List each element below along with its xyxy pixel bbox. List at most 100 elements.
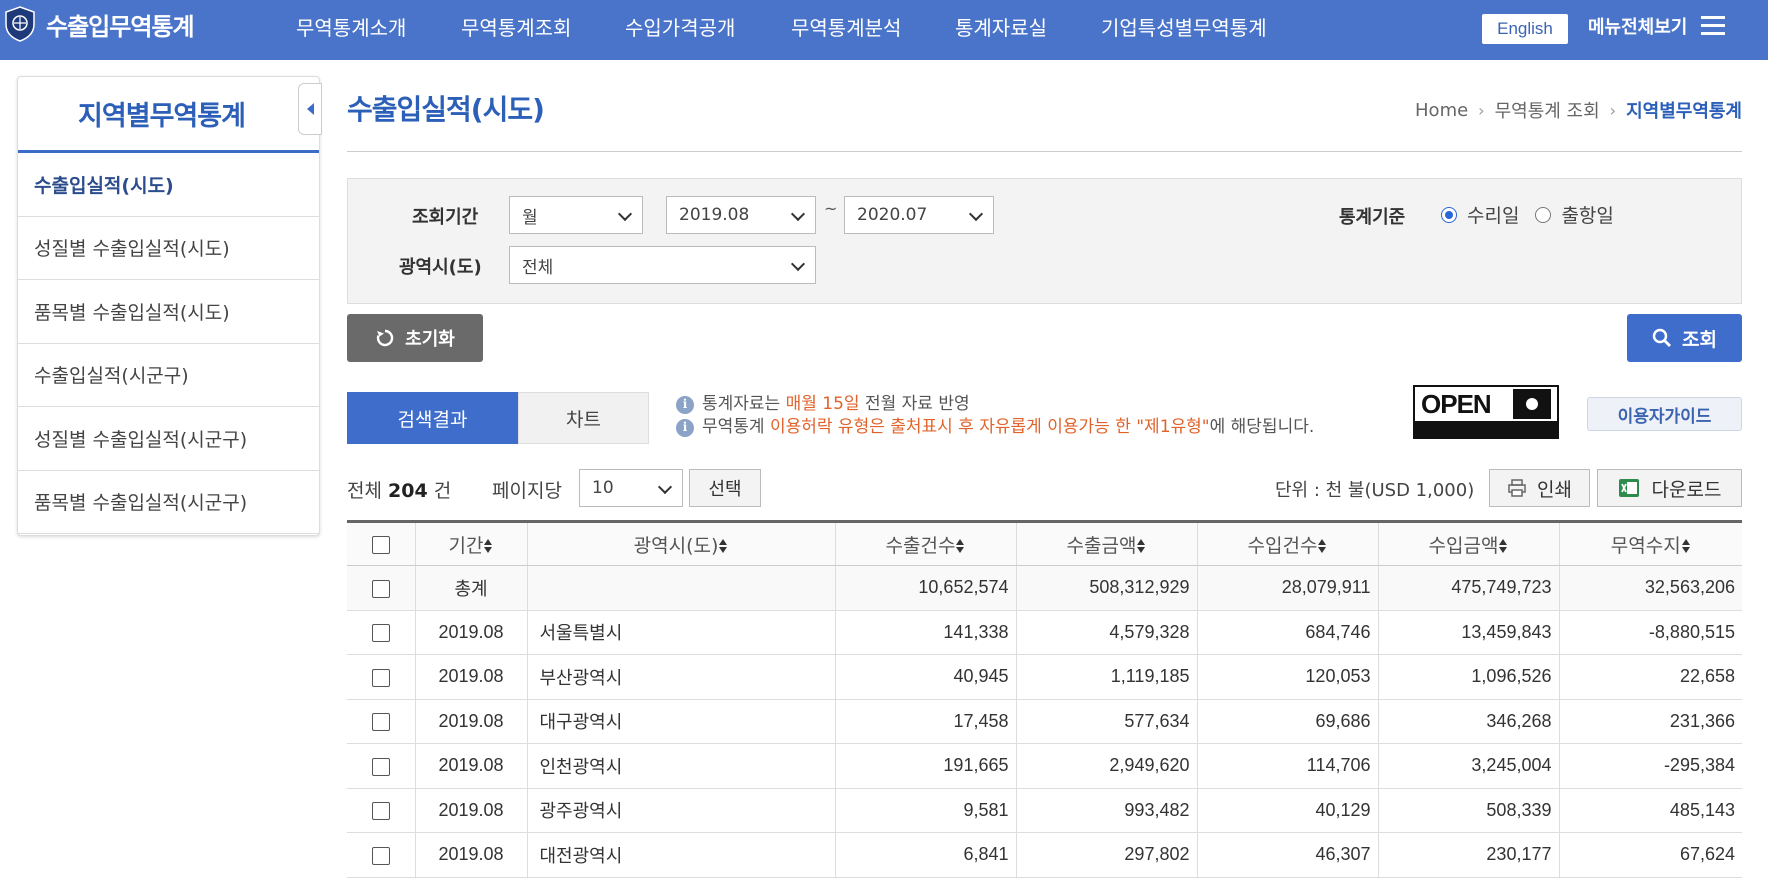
breadcrumb-trade-search[interactable]: 무역통계 조회 [1495, 97, 1600, 123]
sidebar: 지역별무역통계 수출입실적(시도) 성질별 수출입실적(시도) 품목별 수출입실… [17, 76, 322, 536]
notice-line-1: 통계자료는 매월 15일 전월 자료 반영 [702, 393, 970, 416]
cell-import-amount: 1,096,526 [1377, 654, 1559, 700]
cell-period: 2019.08 [414, 832, 527, 878]
chevron-right-icon: › [1478, 100, 1485, 120]
row-checkbox[interactable] [371, 668, 390, 687]
select-all-checkbox[interactable] [371, 535, 390, 554]
info-icon: i [676, 395, 694, 414]
cell-export-count: 191,665 [834, 743, 1016, 789]
sort-icon [719, 539, 728, 553]
region-select[interactable]: 전체 [509, 246, 816, 284]
notice: i 통계자료는 매월 15일 전월 자료 반영 i 무역통계 이용허락 유형은 … [676, 393, 1314, 439]
search-icon [1652, 328, 1672, 347]
select-button[interactable]: 선택 [689, 469, 761, 507]
search-form: 조회기간 월 2019.08 ~ 2020.07 통계기준 수리일 출항일 광역… [347, 178, 1742, 304]
basis-option-acceptance[interactable]: 수리일 [1467, 201, 1519, 228]
column-header-region[interactable]: 광역시(도) [526, 521, 835, 566]
cell-import-count: 28,079,911 [1196, 565, 1378, 611]
cell-trade-balance: 67,624 [1558, 832, 1742, 878]
chevron-down-icon [790, 206, 806, 222]
cell-export-amount: 993,482 [1015, 788, 1197, 833]
english-button[interactable]: English [1482, 14, 1568, 44]
cell-period: 총계 [414, 565, 527, 611]
cell-export-count: 141,338 [834, 610, 1016, 655]
region-label: 광역시(도) [399, 257, 482, 278]
per-page-label: 페이지당 [492, 480, 562, 502]
sidebar-item-trade-by-nature-district[interactable]: 성질별 수출입실적(시군구) [18, 407, 319, 471]
cell-period: 2019.08 [414, 743, 527, 789]
cell-export-amount: 2,949,620 [1015, 743, 1197, 789]
period-to-select[interactable]: 2020.07 [844, 196, 994, 234]
print-button[interactable]: 인쇄 [1489, 469, 1590, 507]
printer-icon [1508, 479, 1526, 497]
notice-1-highlight: 매월 15일 [785, 394, 860, 414]
chevron-down-icon [790, 256, 806, 272]
top-navigation-bar: 수출입무역통계 무역통계소개 무역통계조회 수입가격공개 무역통계분석 통계자료… [0, 0, 1768, 60]
sidebar-item-trade-by-province[interactable]: 수출입실적(시도) [18, 153, 319, 217]
column-header-period[interactable]: 기간 [414, 521, 527, 566]
row-checkbox[interactable] [371, 802, 390, 820]
reset-button[interactable]: 초기화 [347, 314, 483, 362]
row-checkbox-cell [347, 832, 415, 878]
column-header-import-amount[interactable]: 수입금액 [1377, 521, 1559, 566]
period-from-select[interactable]: 2019.08 [666, 196, 816, 234]
cell-import-amount: 508,339 [1377, 788, 1559, 833]
tab-chart[interactable]: 차트 [518, 392, 649, 444]
basis-radio-departure[interactable] [1535, 206, 1552, 223]
sort-icon [484, 539, 493, 553]
info-icon: i [676, 418, 694, 437]
basis-option-departure[interactable]: 출항일 [1561, 201, 1613, 228]
search-button[interactable]: 조회 [1627, 314, 1742, 362]
tab-search-results[interactable]: 검색결과 [347, 392, 518, 444]
row-checkbox[interactable] [371, 713, 390, 731]
row-checkbox[interactable] [371, 624, 390, 642]
download-button[interactable]: 다운로드 [1597, 469, 1742, 507]
menu-trade-analysis[interactable]: 무역통계분석 [791, 12, 901, 41]
sort-icon [956, 539, 965, 553]
cell-import-count: 684,746 [1196, 610, 1378, 655]
cell-export-amount: 297,802 [1015, 832, 1197, 878]
menu-stats-library[interactable]: 통계자료실 [955, 12, 1047, 41]
user-guide-button[interactable]: 이용자가이드 [1587, 397, 1742, 431]
row-checkbox[interactable] [371, 846, 390, 865]
cell-export-count: 17,458 [834, 699, 1016, 744]
sidebar-collapse-toggle[interactable] [298, 83, 322, 135]
breadcrumb-home[interactable]: Home [1415, 100, 1468, 121]
all-menu-button[interactable]: 메뉴전체보기 [1588, 13, 1726, 39]
basis-label: 통계기준 [1339, 207, 1406, 228]
excel-icon [1618, 479, 1639, 497]
column-header-import-count[interactable]: 수입건수 [1196, 521, 1378, 566]
menu-trade-stats-intro[interactable]: 무역통계소개 [296, 12, 406, 41]
cell-import-count: 40,129 [1196, 788, 1378, 833]
basis-radio-group: 수리일 출항일 [1441, 201, 1614, 228]
cell-export-count: 9,581 [834, 788, 1016, 833]
per-page-value: 10 [592, 478, 614, 498]
column-header-export-count[interactable]: 수출건수 [834, 521, 1016, 566]
breadcrumb: Home › 무역통계 조회 › 지역별무역통계 [1415, 97, 1742, 123]
sidebar-item-trade-by-item-district[interactable]: 품목별 수출입실적(시군구) [18, 471, 319, 534]
row-checkbox[interactable] [371, 757, 390, 776]
cell-export-count: 10,652,574 [834, 565, 1016, 611]
sidebar-item-trade-by-nature-province[interactable]: 성질별 수출입실적(시도) [18, 217, 319, 280]
menu-import-price[interactable]: 수입가격공개 [625, 12, 735, 41]
column-label: 수출건수 [885, 534, 956, 557]
basis-radio-acceptance[interactable] [1441, 206, 1457, 223]
row-checkbox[interactable] [371, 579, 390, 598]
row-checkbox-cell [347, 565, 415, 611]
period-to-value: 2020.07 [857, 205, 928, 225]
sidebar-item-trade-by-district[interactable]: 수출입실적(시군구) [18, 344, 319, 407]
menu-trade-stats-search[interactable]: 무역통계조회 [461, 12, 571, 41]
row-checkbox-cell [347, 743, 415, 789]
notice-2-post: 에 해당됩니다. [1209, 417, 1315, 437]
column-header-export-amount[interactable]: 수출금액 [1015, 521, 1197, 566]
period-from-value: 2019.08 [679, 205, 750, 225]
chevron-right-icon: › [1609, 100, 1617, 120]
per-page-select[interactable]: 10 [579, 469, 683, 507]
column-header-trade-balance[interactable]: 무역수지 [1558, 521, 1742, 566]
period-type-select[interactable]: 월 [509, 196, 643, 234]
column-label: 기간 [448, 534, 484, 557]
chevron-down-icon [968, 206, 984, 222]
reset-label: 초기화 [405, 329, 455, 350]
menu-company-trade-stats[interactable]: 기업특성별무역통계 [1101, 12, 1267, 41]
sidebar-item-trade-by-item-province[interactable]: 품목별 수출입실적(시도) [18, 280, 319, 344]
